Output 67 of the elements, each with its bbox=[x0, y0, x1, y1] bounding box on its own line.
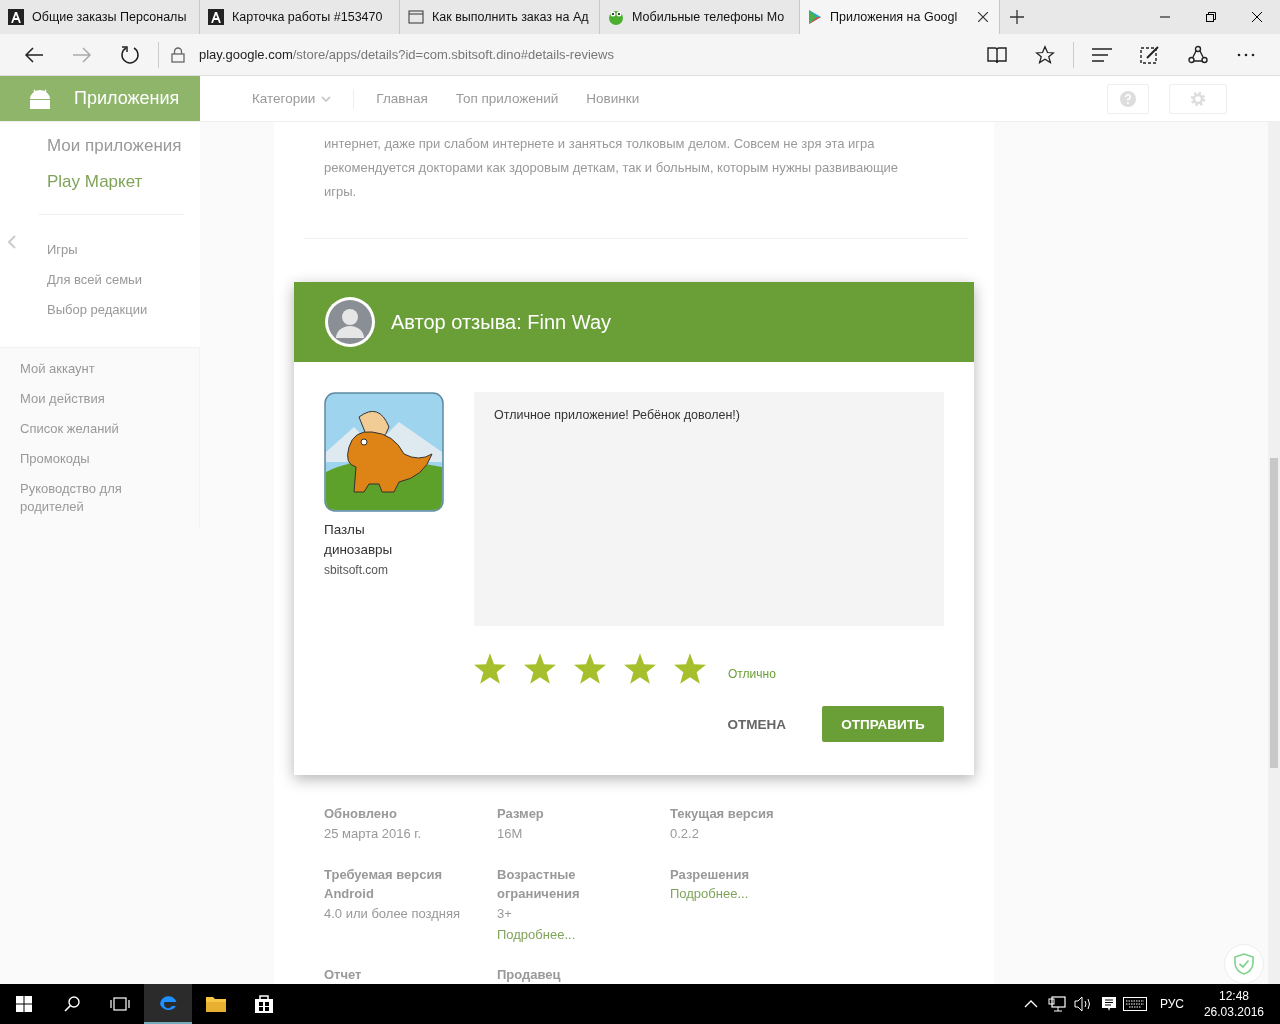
detail-label: Размер bbox=[497, 805, 545, 823]
rating-star[interactable] bbox=[624, 653, 656, 684]
rating-star[interactable] bbox=[674, 653, 706, 684]
clock-time: 12:48 bbox=[1218, 988, 1249, 1004]
details-link[interactable]: Подробнее... bbox=[670, 884, 843, 904]
letter-a-icon bbox=[8, 9, 24, 25]
detail-label: Возрастные ограничения bbox=[497, 866, 581, 903]
edge-browser-icon[interactable] bbox=[144, 984, 192, 1024]
scrollbar-thumb[interactable] bbox=[1270, 458, 1278, 768]
address-field[interactable]: play.google.com/store/apps/details?id=com.sbitsoft.dino#details-reviews bbox=[199, 47, 614, 62]
rating-label: Отлично bbox=[728, 666, 776, 681]
app-name: Пазлы динозавры bbox=[324, 521, 394, 559]
sidebar-item[interactable]: Список желаний bbox=[20, 420, 189, 438]
details-link[interactable]: Подробнее... bbox=[497, 925, 670, 945]
store-title: Приложения bbox=[74, 88, 180, 109]
browser-tab[interactable]: Приложения на Googl bbox=[800, 0, 1000, 34]
detail-value: 0.2.2 bbox=[670, 825, 700, 843]
dialog-title: Автор отзыва: Finn Way bbox=[391, 310, 611, 334]
scrollbar[interactable] bbox=[1268, 122, 1280, 984]
close-icon[interactable] bbox=[975, 9, 991, 25]
sidebar-link[interactable]: Play Маркет bbox=[47, 172, 184, 192]
help-icon bbox=[1120, 90, 1136, 107]
shield-check-button[interactable] bbox=[1224, 944, 1264, 984]
nav-link[interactable]: Категории bbox=[252, 91, 332, 106]
frog-icon bbox=[608, 9, 624, 25]
lock-icon bbox=[171, 46, 185, 63]
detail-value: 4.0 или более поздняя bbox=[324, 905, 462, 923]
description-text: интернет, даже при слабом интернете и заняться толковым делом. Совсем не зря эта игра рекомендуется докторами как здоровым деткам, так и больным, которым нужны развивающие игры. bbox=[324, 135, 900, 201]
sidebar-item[interactable]: Выбор редакции bbox=[47, 295, 184, 325]
dinosaur-app-icon bbox=[324, 392, 444, 512]
cancel-button[interactable]: ОТМЕНА bbox=[727, 706, 786, 742]
submit-button[interactable]: ОТПРАВИТЬ bbox=[822, 706, 944, 742]
sidebar-item[interactable]: Мой аккаунт bbox=[20, 360, 189, 378]
shield-check-icon bbox=[1234, 953, 1254, 975]
detail-value: 3+ bbox=[497, 905, 513, 923]
play-triangle-icon bbox=[808, 9, 822, 25]
developer-name: sbitsoft.com bbox=[324, 563, 390, 577]
sidebar-item[interactable]: Руководство для родителей bbox=[20, 480, 189, 516]
detail-label: Продавец bbox=[497, 966, 562, 984]
nav-link[interactable]: Главная bbox=[376, 91, 428, 106]
clock[interactable]: 12:48 26.03.2016 bbox=[1195, 988, 1272, 1020]
detail-label: Текущая версия bbox=[670, 805, 775, 823]
android-icon bbox=[28, 88, 52, 109]
store-brand-bar[interactable]: Приложения bbox=[0, 76, 200, 121]
detail-value: 16M bbox=[497, 825, 524, 843]
detail-label: Разрешения bbox=[670, 866, 750, 884]
sidebar-link[interactable]: Мои приложения bbox=[47, 136, 184, 156]
avatar-silhouette-icon bbox=[324, 296, 376, 348]
rating-star[interactable] bbox=[474, 653, 506, 684]
review-text-field[interactable]: Отличное приложение! Ребёнок доволен!) bbox=[474, 392, 944, 626]
clock-date: 26.03.2016 bbox=[1203, 1004, 1264, 1020]
sidebar-item[interactable]: Игры bbox=[47, 235, 184, 265]
sidebar-item[interactable]: Для всей семьи bbox=[47, 265, 184, 295]
nav-link[interactable]: Топ приложений bbox=[455, 91, 559, 106]
sidebar-item[interactable]: Мои действия bbox=[20, 390, 189, 408]
detail-label: Требуемая версия Android bbox=[324, 866, 444, 903]
nav-link[interactable]: Новинки bbox=[586, 91, 640, 106]
detail-label: Обновлено bbox=[324, 805, 398, 823]
language-indicator[interactable]: РУС bbox=[1147, 997, 1196, 1011]
letter-a-icon bbox=[208, 9, 224, 25]
rating-star[interactable] bbox=[574, 653, 606, 684]
page-icon bbox=[408, 10, 424, 24]
detail-label: Отчет bbox=[324, 966, 363, 984]
detail-value: 25 марта 2016 г. bbox=[324, 825, 423, 843]
settings-icon bbox=[1189, 89, 1207, 108]
rating-star[interactable] bbox=[524, 653, 556, 684]
sidebar-item[interactable]: Промокоды bbox=[20, 450, 189, 468]
